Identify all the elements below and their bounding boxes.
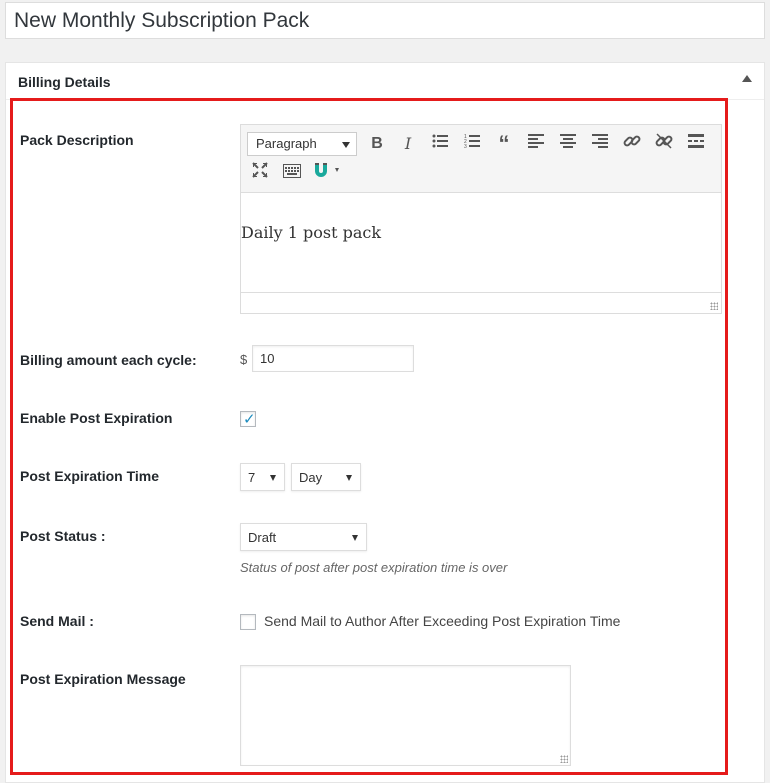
expiration-message-textarea[interactable] bbox=[240, 665, 571, 766]
editor-toolbar: Paragraph B I 123 “ bbox=[241, 125, 721, 193]
read-more-icon[interactable] bbox=[684, 132, 708, 156]
chevron-down-icon bbox=[346, 475, 352, 481]
post-status-select[interactable]: Draft bbox=[240, 523, 367, 551]
expiration-number-value: 7 bbox=[248, 470, 256, 485]
editor-content[interactable]: Daily 1 post pack bbox=[241, 193, 721, 293]
billing-amount-label: Billing amount each cycle: bbox=[20, 352, 197, 368]
send-mail-label: Send Mail : bbox=[20, 613, 94, 629]
expiration-unit-value: Day bbox=[299, 470, 323, 485]
enable-expiration-label: Enable Post Expiration bbox=[20, 410, 173, 426]
plugin-icon[interactable] bbox=[311, 162, 347, 186]
fullscreen-icon[interactable] bbox=[248, 162, 272, 186]
post-status-value: Draft bbox=[248, 530, 277, 545]
expiration-unit-select[interactable]: Day bbox=[291, 463, 361, 491]
expiration-time-label: Post Expiration Time bbox=[20, 468, 159, 484]
expiration-number-select[interactable]: 7 bbox=[240, 463, 285, 491]
pack-description-label: Pack Description bbox=[20, 132, 134, 148]
chevron-down-icon bbox=[352, 535, 358, 541]
enable-expiration-checkbox[interactable]: ✓ bbox=[240, 411, 256, 428]
blockquote-icon[interactable]: “ bbox=[492, 132, 516, 156]
align-right-icon[interactable] bbox=[588, 132, 612, 156]
svg-text:3: 3 bbox=[464, 144, 467, 148]
post-status-hint: Status of post after post expiration tim… bbox=[240, 560, 508, 575]
title-input[interactable]: New Monthly Subscription Pack bbox=[5, 2, 765, 39]
bold-icon[interactable]: B bbox=[365, 132, 389, 156]
align-center-icon[interactable] bbox=[556, 132, 580, 156]
send-mail-option-text[interactable]: Send Mail to Author After Exceeding Post… bbox=[264, 613, 620, 629]
resize-grip-icon[interactable] bbox=[560, 755, 568, 763]
chevron-down-icon bbox=[270, 475, 276, 481]
unlink-icon[interactable] bbox=[652, 132, 676, 156]
italic-icon[interactable]: I bbox=[396, 132, 420, 156]
billing-amount-input[interactable]: 10 bbox=[252, 345, 414, 372]
format-select-value: Paragraph bbox=[256, 136, 317, 151]
bullet-list-icon[interactable] bbox=[428, 132, 452, 156]
align-left-icon[interactable] bbox=[524, 132, 548, 156]
numbered-list-icon[interactable]: 123 bbox=[460, 132, 484, 156]
triangle-up-icon[interactable] bbox=[742, 75, 752, 82]
editor-statusbar bbox=[241, 292, 721, 313]
checkmark-icon: ✓ bbox=[243, 411, 256, 428]
send-mail-checkbox[interactable] bbox=[240, 614, 256, 630]
panel-title: Billing Details bbox=[18, 74, 111, 90]
link-icon[interactable] bbox=[620, 132, 644, 156]
post-status-label: Post Status : bbox=[20, 528, 106, 544]
currency-symbol: $ bbox=[240, 352, 248, 367]
chevron-down-icon bbox=[342, 142, 350, 148]
format-select[interactable]: Paragraph bbox=[247, 132, 357, 156]
resize-grip-icon[interactable] bbox=[710, 302, 718, 310]
panel-header[interactable]: Billing Details bbox=[6, 63, 764, 100]
keyboard-icon[interactable] bbox=[280, 162, 304, 186]
expiration-message-label: Post Expiration Message bbox=[20, 671, 186, 687]
description-editor[interactable]: Paragraph B I 123 “ Daily 1 post pack bbox=[240, 124, 722, 314]
